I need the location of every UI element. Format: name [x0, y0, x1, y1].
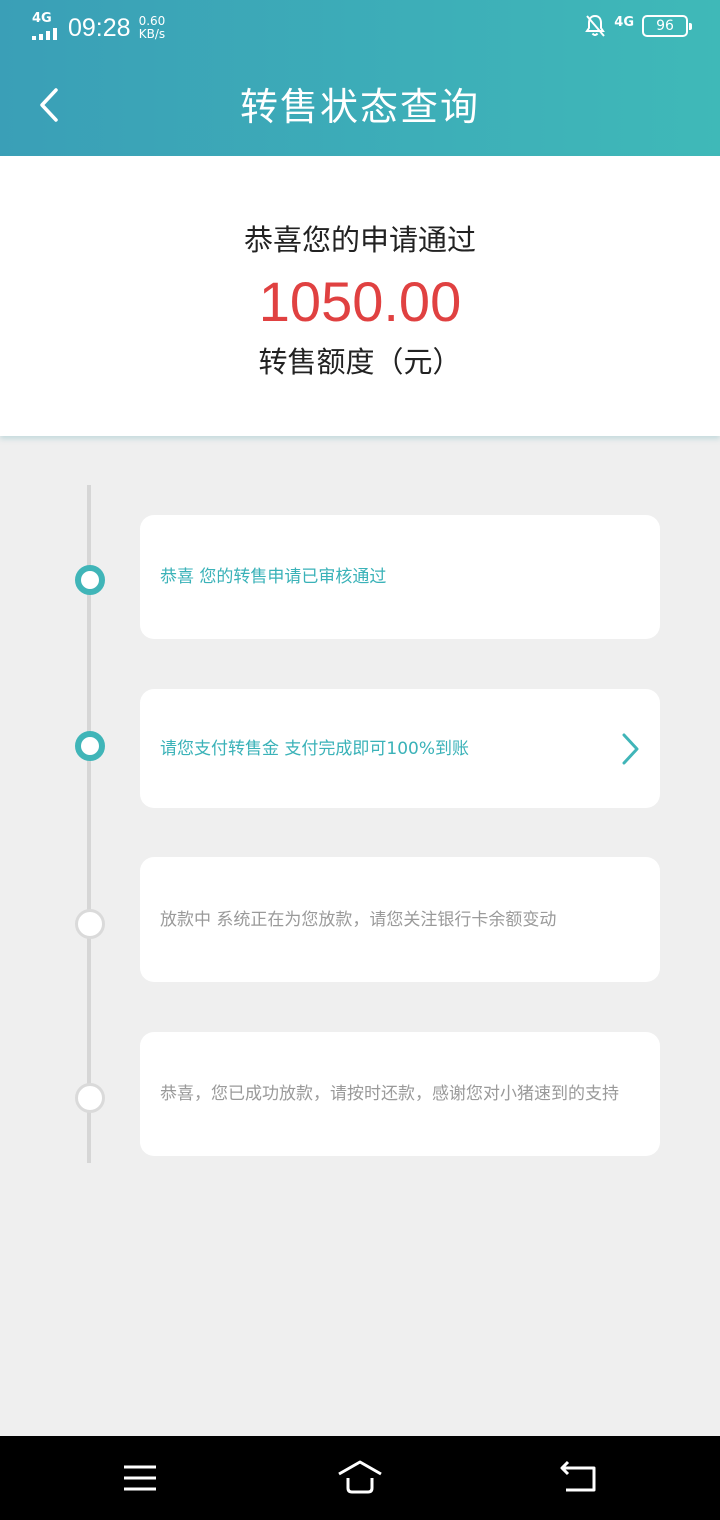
network-speed: 0.60 KB/s [139, 15, 166, 41]
step-1-dot [75, 565, 105, 595]
step-3-card: 放款中 系统正在为您放款，请您关注银行卡余额变动 [140, 857, 660, 982]
return-button[interactable] [556, 1454, 604, 1502]
status-left: 4G 09:28 0.60 KB/s [32, 12, 165, 44]
network-type-right: 4G [614, 14, 634, 30]
menu-icon [124, 1465, 156, 1491]
status-right: 4G 96 [584, 14, 692, 38]
home-button[interactable] [336, 1454, 384, 1502]
step-2-card[interactable]: 请您支付转售金 支付完成即可100%到账 [140, 689, 660, 808]
status-bar: 4G 09:28 0.60 KB/s 4G 96 [0, 0, 720, 56]
page-title: 转售状态查询 [239, 85, 480, 129]
step-4-dot [75, 1083, 105, 1113]
step-3-dot [75, 909, 105, 939]
network-type-left: 4G [32, 11, 52, 26]
signal-icon: 4G [32, 12, 62, 40]
step-1-text: 恭喜 您的转售申请已审核通过 [160, 567, 387, 587]
step-4-card: 恭喜，您已成功放款，请按时还款，感谢您对小猪速到的支持 [140, 1032, 660, 1156]
step-1-card: 恭喜 您的转售申请已审核通过 [140, 515, 660, 639]
resale-amount-label: 转售额度（元） [258, 345, 462, 379]
system-nav-bar [0, 1436, 720, 1520]
menu-button[interactable] [116, 1454, 164, 1502]
speed-unit: KB/s [138, 27, 166, 41]
step-2-text: 请您支付转售金 支付完成即可100%到账 [160, 738, 470, 759]
step-4-text: 恭喜，您已成功放款，请按时还款，感谢您对小猪速到的支持 [160, 1084, 619, 1104]
battery-icon: 96 [642, 15, 692, 37]
app-header: 4G 09:28 0.60 KB/s 4G 96 转售状态查询 [0, 0, 720, 156]
home-icon [338, 1460, 382, 1494]
clock: 09:28 [68, 14, 131, 42]
bell-off-icon [585, 14, 606, 37]
approval-summary: 恭喜您的申请通过 1050.00 转售额度（元） [0, 156, 720, 436]
step-3-text: 放款中 系统正在为您放款，请您关注银行卡余额变动 [160, 909, 557, 930]
step-2-dot [75, 731, 105, 761]
chevron-right-icon [622, 733, 639, 764]
resale-amount: 1050.00 [258, 270, 462, 333]
battery-level: 96 [656, 18, 674, 34]
back-icon [560, 1460, 596, 1492]
approval-message: 恭喜您的申请通过 [243, 223, 476, 257]
